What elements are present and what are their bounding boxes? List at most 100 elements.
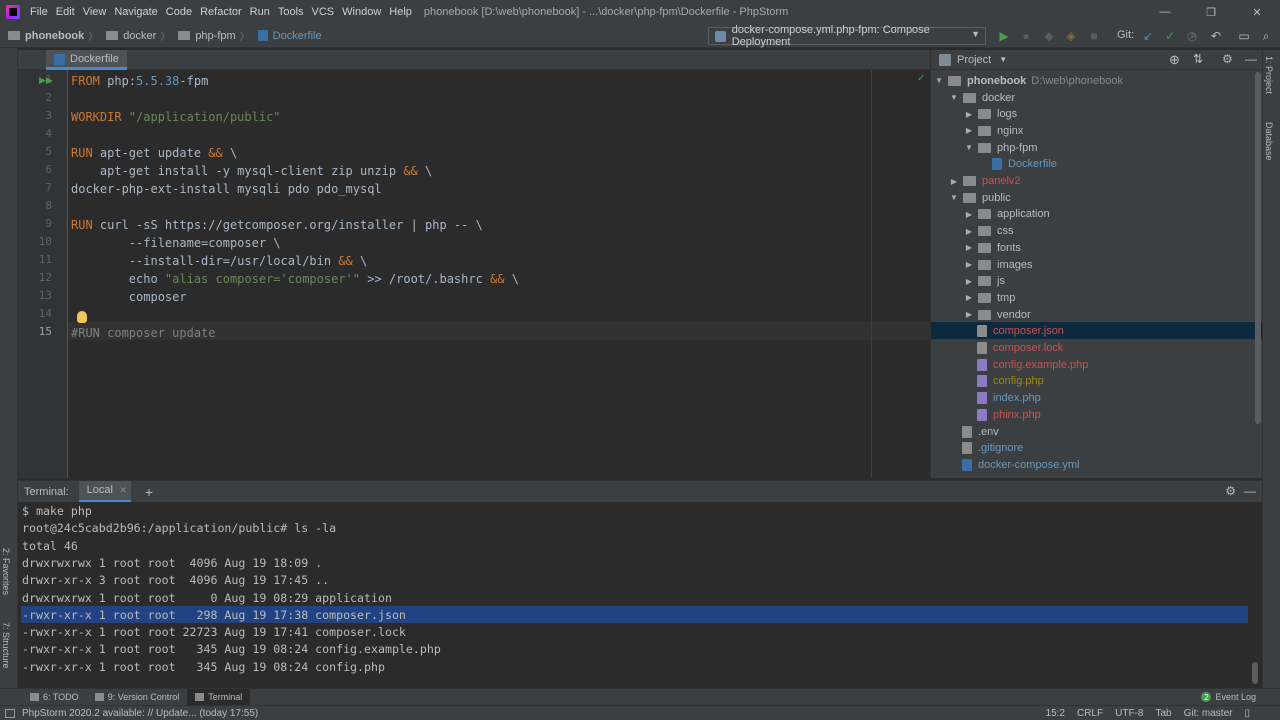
tree-item-css[interactable]: ▶ css: [963, 223, 1014, 240]
terminal-line: total 46: [22, 538, 78, 553]
version-control-tool-button[interactable]: 9: Version Control: [87, 689, 188, 706]
tree-item-vendor[interactable]: ▶ vendor: [963, 306, 1031, 323]
tab-dockerfile[interactable]: Dockerfile: [46, 50, 127, 70]
project-tool-tab[interactable]: 1: Project: [1264, 56, 1274, 94]
tree-item-composer-json[interactable]: composer.json: [963, 323, 1064, 340]
tree-item-env[interactable]: .env: [948, 423, 999, 440]
menu-view[interactable]: View: [79, 6, 111, 18]
debug-icon[interactable]: ●: [1018, 28, 1034, 44]
tree-item-gitignore[interactable]: .gitignore: [948, 440, 1023, 457]
menu-code[interactable]: Code: [162, 6, 196, 18]
run-gutter-icon[interactable]: ▶▶: [39, 75, 53, 86]
project-view-label[interactable]: Project: [957, 54, 991, 66]
breadcrumb-php-fpm[interactable]: php-fpm 〉: [170, 28, 250, 43]
tree-item-index-php[interactable]: index.php: [963, 390, 1041, 407]
git-commit-icon[interactable]: ✓: [1162, 28, 1178, 44]
run-icon[interactable]: ▶: [996, 28, 1012, 44]
todo-tool-button[interactable]: 6: TODO: [22, 689, 87, 706]
menu-help[interactable]: Help: [385, 6, 416, 18]
breadcrumb-label: phonebook: [25, 29, 85, 42]
menu-window[interactable]: Window: [338, 6, 385, 18]
tree-item-nginx[interactable]: ▶ nginx: [963, 122, 1023, 139]
window-controls: — ❐ ✕: [1142, 0, 1280, 24]
status-message[interactable]: PhpStorm 2020.2 available: // Update... …: [22, 708, 258, 719]
restore-button[interactable]: ❐: [1188, 6, 1234, 19]
search-everywhere-icon[interactable]: ⌕: [1258, 28, 1274, 44]
git-label: Git:: [1117, 29, 1135, 41]
hide-icon[interactable]: —: [1245, 52, 1257, 66]
tree-item-docker[interactable]: ▼ docker: [948, 89, 1015, 106]
menu-navigate[interactable]: Navigate: [110, 6, 161, 18]
tree-item-phinx-php[interactable]: phinx.php: [963, 406, 1041, 423]
new-terminal-icon[interactable]: +: [145, 484, 153, 500]
database-tool-tab[interactable]: Database: [1264, 122, 1274, 161]
close-button[interactable]: ✕: [1234, 6, 1280, 19]
git-branch[interactable]: Git: master: [1184, 708, 1233, 719]
terminal-scrollbar[interactable]: [1252, 662, 1258, 684]
terminal-icon: [195, 693, 205, 701]
profile-icon[interactable]: ◈: [1063, 28, 1079, 44]
folder-icon: [963, 92, 976, 103]
tree-item-panelv2[interactable]: ▶ panelv2: [948, 173, 1021, 190]
rollback-icon[interactable]: ↶: [1208, 28, 1224, 44]
code-editor[interactable]: FROM php:5.5.38-fpm WORKDIR "/application…: [68, 70, 930, 478]
run-configuration-select[interactable]: docker-compose.yml.php-fpm: Compose Depl…: [708, 24, 986, 48]
locate-icon[interactable]: ⊕: [1169, 52, 1180, 68]
code-token: apt-get update: [99, 146, 209, 160]
gear-icon[interactable]: ⚙: [1222, 52, 1233, 66]
tree-item-images[interactable]: ▶ images: [963, 256, 1033, 273]
line-separator[interactable]: CRLF: [1077, 708, 1103, 719]
file-encoding[interactable]: UTF-8: [1115, 708, 1143, 719]
lock-icon[interactable]: ▯: [1244, 708, 1250, 719]
lightbulb-icon[interactable]: [77, 311, 87, 323]
chevron-down-icon: ▼: [965, 143, 973, 153]
terminal-output[interactable]: $ make php root@24c5cabd2b96:/application…: [18, 502, 1262, 688]
tree-item-config-example-php[interactable]: config.example.php: [963, 356, 1088, 373]
menu-run[interactable]: Run: [246, 6, 274, 18]
tree-item-php-fpm[interactable]: ▼ php-fpm: [963, 139, 1037, 156]
hide-icon[interactable]: —: [1244, 484, 1256, 498]
tree-root-item[interactable]: ▼ phonebook D:\web\phonebook: [933, 72, 1123, 89]
code-token: curl -sS https://getcomposer.org/install…: [99, 218, 483, 232]
breadcrumb-docker[interactable]: docker 〉: [98, 28, 170, 43]
tree-item-composer-lock[interactable]: composer.lock: [963, 340, 1063, 357]
history-icon[interactable]: ◷: [1184, 28, 1200, 44]
tree-item-public[interactable]: ▼ public: [948, 189, 1011, 206]
docker-compose-icon: [715, 30, 726, 42]
tree-item-application[interactable]: ▶ application: [963, 206, 1050, 223]
git-update-icon[interactable]: ↙: [1140, 28, 1156, 44]
tool-windows-toggle-icon[interactable]: [5, 709, 15, 718]
tree-item-config-php[interactable]: config.php: [963, 373, 1044, 390]
stop-icon[interactable]: ■: [1086, 28, 1102, 44]
terminal-tab-local[interactable]: Local ✕: [78, 480, 131, 503]
tree-item-tmp[interactable]: ▶ tmp: [963, 289, 1015, 306]
breadcrumb-project[interactable]: phonebook 〉: [0, 28, 98, 43]
event-log-tool-button[interactable]: 2 Event Log: [1193, 689, 1264, 706]
tree-item-js[interactable]: ▶ js: [963, 273, 1005, 290]
menu-vcs[interactable]: VCS: [308, 6, 339, 18]
tree-item-dockerfile[interactable]: Dockerfile: [978, 156, 1057, 173]
project-scrollbar[interactable]: [1255, 72, 1261, 424]
caret-position[interactable]: 15:2: [1046, 708, 1065, 719]
code-token: \: [352, 254, 368, 268]
tree-item-fonts[interactable]: ▶ fonts: [963, 239, 1021, 256]
tree-item-logs[interactable]: ▶ logs: [963, 106, 1017, 123]
terminal-tool-button[interactable]: Terminal: [187, 688, 251, 706]
menu-tools[interactable]: Tools: [274, 6, 308, 18]
line-number: 8: [45, 199, 52, 212]
chevron-down-icon[interactable]: ▼: [999, 55, 1007, 64]
minimize-button[interactable]: —: [1142, 6, 1188, 18]
menu-refactor[interactable]: Refactor: [196, 6, 246, 18]
collapse-all-icon[interactable]: ⇅: [1193, 52, 1203, 66]
menu-edit[interactable]: Edit: [52, 6, 79, 18]
favorites-tool-tab[interactable]: 2: Favorites: [1, 548, 11, 595]
gear-icon[interactable]: ⚙: [1225, 484, 1236, 498]
close-icon[interactable]: ✕: [119, 485, 127, 496]
tree-item-docker-compose-yml[interactable]: docker-compose.yml: [948, 456, 1079, 473]
breadcrumb-dockerfile[interactable]: Dockerfile: [250, 30, 322, 42]
menu-file[interactable]: File: [26, 6, 52, 18]
structure-tool-tab[interactable]: 7: Structure: [1, 622, 11, 669]
indent-setting[interactable]: Tab: [1155, 708, 1171, 719]
coverage-icon[interactable]: ◆: [1041, 28, 1057, 44]
layout-icon[interactable]: ▭: [1236, 28, 1252, 44]
